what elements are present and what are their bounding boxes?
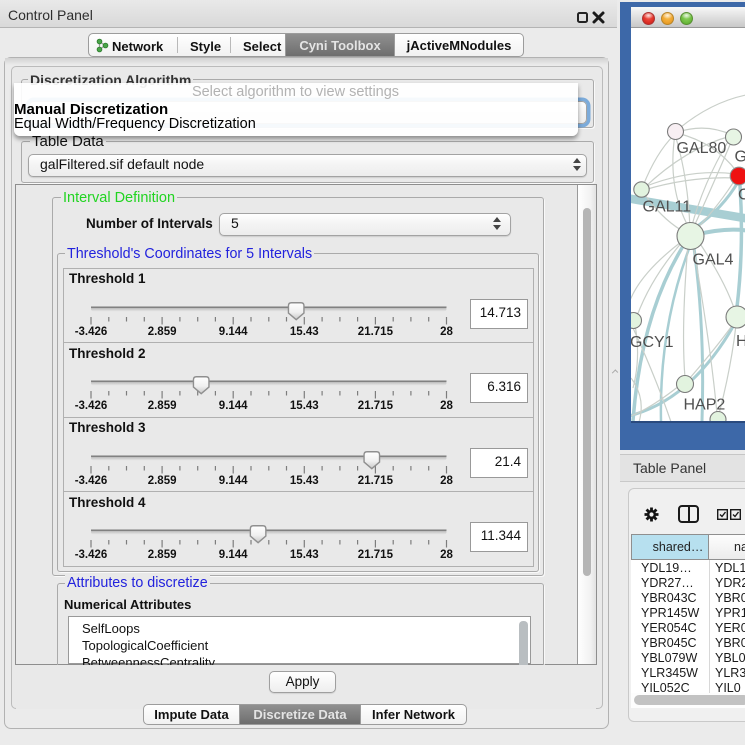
svg-text:GAL11: GAL11 — [643, 199, 692, 216]
svg-text:GAL80: GAL80 — [677, 140, 727, 157]
svg-text:15.43: 15.43 — [290, 400, 319, 412]
svg-text:GA: GA — [735, 149, 745, 166]
svg-text:2.859: 2.859 — [148, 475, 177, 487]
svg-text:15.43: 15.43 — [290, 475, 319, 487]
svg-text:2.859: 2.859 — [148, 326, 177, 338]
svg-text:9.144: 9.144 — [219, 400, 248, 412]
svg-text:15.43: 15.43 — [290, 326, 319, 338]
svg-text:HAP2: HAP2 — [684, 397, 726, 414]
svg-text:21.715: 21.715 — [358, 549, 394, 561]
svg-text:21.715: 21.715 — [358, 400, 394, 412]
svg-text:GAL4: GAL4 — [693, 252, 734, 269]
svg-text:28: 28 — [440, 326, 453, 338]
svg-text:21.715: 21.715 — [358, 475, 394, 487]
svg-text:-3.426: -3.426 — [75, 475, 108, 487]
svg-text:-3.426: -3.426 — [75, 549, 108, 561]
svg-text:H: H — [736, 333, 745, 350]
svg-text:9.144: 9.144 — [219, 326, 248, 338]
svg-text:-3.426: -3.426 — [75, 326, 108, 338]
svg-text:9.144: 9.144 — [219, 549, 248, 561]
svg-text:9.144: 9.144 — [219, 475, 248, 487]
svg-text:2.859: 2.859 — [148, 400, 177, 412]
svg-text:28: 28 — [440, 475, 453, 487]
svg-text:2.859: 2.859 — [148, 549, 177, 561]
svg-text:-3.426: -3.426 — [75, 400, 108, 412]
svg-text:28: 28 — [440, 400, 453, 412]
svg-text:21.715: 21.715 — [358, 326, 394, 338]
svg-text:GCY1: GCY1 — [631, 334, 674, 351]
svg-text:15.43: 15.43 — [290, 549, 319, 561]
svg-text:C: C — [738, 187, 745, 204]
svg-text:28: 28 — [440, 549, 453, 561]
